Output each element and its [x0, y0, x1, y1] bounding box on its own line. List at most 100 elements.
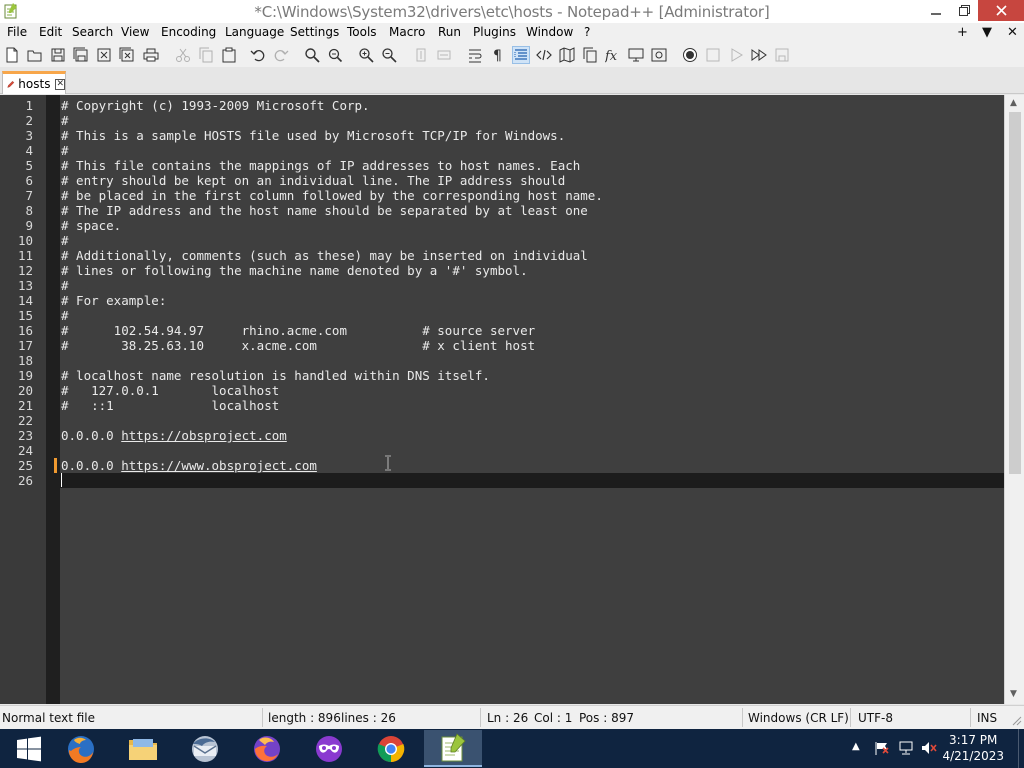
fold-margin[interactable]	[46, 95, 60, 704]
taskbar-firefox[interactable]	[238, 730, 296, 767]
menu-settings[interactable]: Settings	[290, 25, 339, 39]
zoom-out-button[interactable]	[380, 46, 398, 64]
editor-line[interactable]	[60, 443, 1004, 458]
resize-grip-icon[interactable]	[1010, 714, 1022, 726]
menu-tools[interactable]: Tools	[347, 25, 377, 39]
print-button[interactable]	[142, 46, 160, 64]
menu-edit[interactable]: Edit	[39, 25, 62, 39]
show-all-characters-button[interactable]: ¶	[489, 46, 507, 64]
paste-button[interactable]	[220, 46, 238, 64]
volume-muted-icon[interactable]	[921, 741, 937, 755]
editor-line[interactable]: 0.0.0.0 https://obsproject.com	[60, 428, 1004, 443]
sync-horizontal-button[interactable]	[435, 46, 453, 64]
menu-view[interactable]: View	[121, 25, 149, 39]
scroll-down-icon[interactable]: ▼	[1010, 689, 1017, 699]
editor-line[interactable]: # 38.25.63.10 x.acme.com # x client host	[60, 338, 1004, 353]
menu-search[interactable]: Search	[72, 25, 113, 39]
menu-help[interactable]: ?	[584, 25, 590, 39]
editor-line[interactable]: # This is a sample HOSTS file used by Mi…	[60, 128, 1004, 143]
editor-line[interactable]	[60, 413, 1004, 428]
run-macro-multiple-button[interactable]	[750, 46, 768, 64]
taskbar-chrome[interactable]	[362, 730, 420, 767]
start-button[interactable]	[0, 730, 58, 767]
folder-as-workspace-button[interactable]	[627, 46, 645, 64]
editor-line[interactable]: 0.0.0.0 https://www.obsproject.com	[60, 458, 1004, 473]
editor-line[interactable]: #	[60, 278, 1004, 293]
action-center-flag-icon[interactable]	[874, 741, 890, 755]
editor-line[interactable]: # Additionally, comments (such as these)…	[60, 248, 1004, 263]
tab-hosts[interactable]: hosts ✕	[2, 71, 66, 94]
tab-list-dropdown-button[interactable]: ▼	[982, 25, 992, 40]
save-macro-button[interactable]	[773, 46, 791, 64]
menu-encoding[interactable]: Encoding	[161, 25, 216, 39]
monitoring-button[interactable]	[650, 46, 668, 64]
menu-language[interactable]: Language	[225, 25, 284, 39]
editor-line[interactable]: # localhost name resolution is handled w…	[60, 368, 1004, 383]
close-all-button[interactable]	[118, 46, 136, 64]
menu-macro[interactable]: Macro	[389, 25, 425, 39]
taskbar-notepad-plus-plus[interactable]	[424, 730, 482, 767]
save-button[interactable]	[49, 46, 67, 64]
tab-close-button[interactable]: ✕	[55, 78, 65, 90]
new-file-button[interactable]	[3, 46, 21, 64]
editor-line[interactable]: # Copyright (c) 1993-2009 Microsoft Corp…	[60, 98, 1004, 113]
menu-plugins[interactable]: Plugins	[473, 25, 516, 39]
replace-button[interactable]	[326, 46, 344, 64]
document-map-button[interactable]	[558, 46, 576, 64]
playback-button[interactable]	[727, 46, 745, 64]
taskbar-firefox-developer[interactable]	[52, 730, 110, 767]
zoom-in-button[interactable]	[357, 46, 375, 64]
editor-line[interactable]: # 127.0.0.1 localhost	[60, 383, 1004, 398]
save-all-button[interactable]	[72, 46, 90, 64]
sync-vertical-button[interactable]	[412, 46, 430, 64]
network-icon[interactable]	[898, 741, 914, 755]
indent-guide-button[interactable]	[512, 46, 530, 64]
close-window-button[interactable]	[978, 0, 1024, 21]
text-area[interactable]: # Copyright (c) 1993-2009 Microsoft Corp…	[60, 95, 1004, 704]
editor-line[interactable]: # This file contains the mappings of IP …	[60, 158, 1004, 173]
editor-line[interactable]: #	[60, 113, 1004, 128]
editor-line[interactable]: # lines or following the machine name de…	[60, 263, 1004, 278]
taskbar-tor-privacy[interactable]	[300, 730, 358, 767]
hyperlink[interactable]: https://www.obsproject.com	[121, 458, 317, 473]
maximize-button[interactable]	[950, 0, 978, 21]
find-button[interactable]	[303, 46, 321, 64]
editor-line[interactable]: # For example:	[60, 293, 1004, 308]
open-file-button[interactable]	[26, 46, 44, 64]
show-hidden-icons-caret-icon[interactable]: ▲	[852, 741, 860, 752]
close-document-button[interactable]: ✕	[1007, 25, 1018, 40]
editor-line[interactable]: # ::1 localhost	[60, 398, 1004, 413]
menu-file[interactable]: File	[7, 25, 27, 39]
editor-line[interactable]	[60, 353, 1004, 368]
editor-line[interactable]: # be placed in the first column followed…	[60, 188, 1004, 203]
taskbar-file-explorer[interactable]	[114, 730, 172, 767]
minimize-button[interactable]	[922, 0, 950, 21]
start-recording-button[interactable]	[681, 46, 699, 64]
cut-button[interactable]	[174, 46, 192, 64]
redo-button[interactable]	[272, 46, 290, 64]
system-clock[interactable]: 3:17 PM 4/21/2023	[942, 732, 1004, 764]
stop-recording-button[interactable]	[704, 46, 722, 64]
menu-run[interactable]: Run	[438, 25, 461, 39]
copy-button[interactable]	[197, 46, 215, 64]
editor-line[interactable]: #	[60, 233, 1004, 248]
show-desktop-button[interactable]	[1018, 729, 1024, 768]
word-wrap-button[interactable]	[466, 46, 484, 64]
editor-line[interactable]: # entry should be kept on an individual …	[60, 173, 1004, 188]
editor-pane[interactable]: 1 2 3 4 5 6 7 8 9 10 11 12 13 14 15 16 17 18 19 20 21 22 23 24 2…	[0, 95, 1024, 704]
taskbar-thunderbird[interactable]	[176, 730, 234, 767]
editor-line[interactable]: # space.	[60, 218, 1004, 233]
editor-line[interactable]: #	[60, 143, 1004, 158]
editor-line[interactable]	[60, 473, 1004, 488]
hyperlink[interactable]: https://obsproject.com	[121, 428, 287, 443]
undo-button[interactable]	[249, 46, 267, 64]
scrollbar-thumb[interactable]	[1009, 112, 1021, 474]
function-list-button[interactable]	[581, 46, 599, 64]
function-fx-button[interactable]: fx	[604, 46, 622, 64]
editor-line[interactable]: #	[60, 308, 1004, 323]
editor-line[interactable]: # 102.54.94.97 rhino.acme.com # source s…	[60, 323, 1004, 338]
editor-line[interactable]: # The IP address and the host name shoul…	[60, 203, 1004, 218]
new-tab-plus-button[interactable]: +	[957, 25, 968, 40]
vertical-scrollbar[interactable]: ▲ ▼	[1004, 95, 1024, 704]
menu-window[interactable]: Window	[526, 25, 573, 39]
